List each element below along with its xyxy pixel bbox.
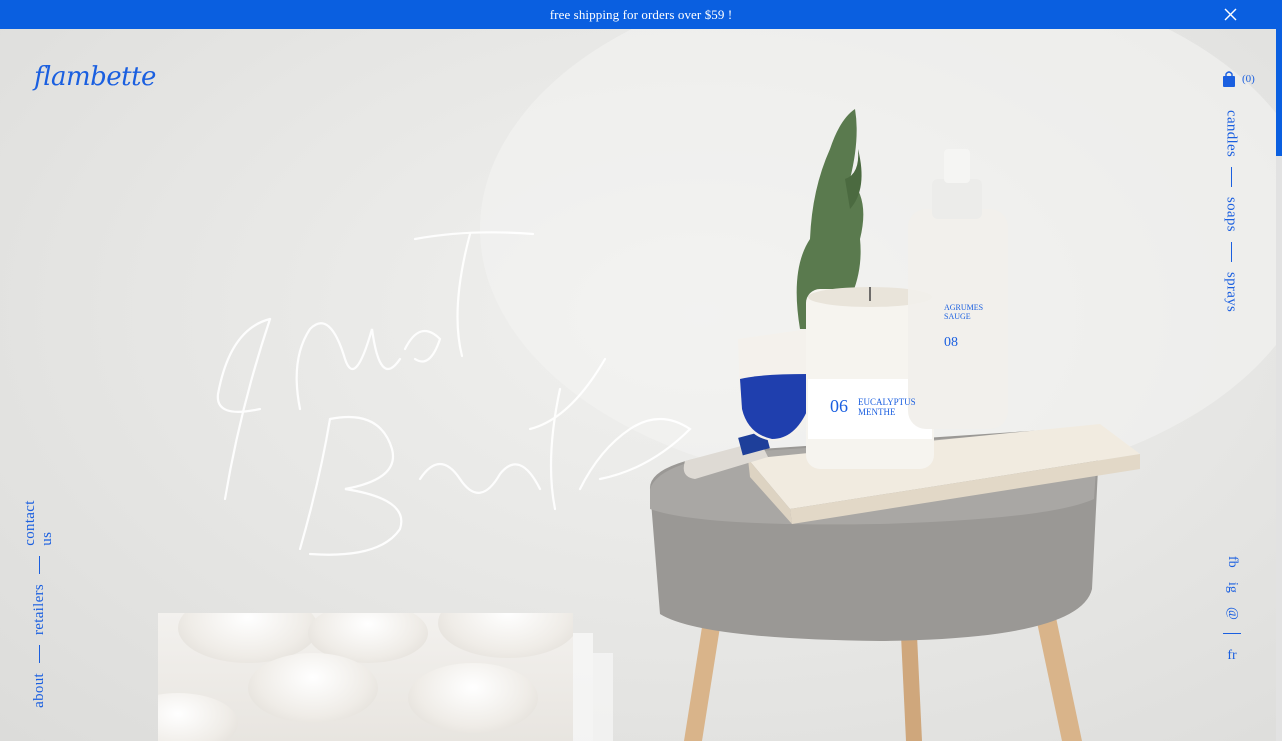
nav-retailers[interactable]: retailers [31, 584, 48, 635]
cart-button[interactable]: (0) [1222, 70, 1255, 88]
spray-name-line1: AGRUMES [944, 303, 984, 312]
social-links: fb ig @ fr [1218, 556, 1246, 664]
social-divider [1223, 633, 1241, 635]
card-shadow [573, 633, 593, 741]
shopping-bag-icon [1223, 71, 1235, 87]
nav-sprays[interactable]: sprays [1223, 272, 1240, 312]
announcement-text: free shipping for orders over $59 ! [549, 6, 733, 22]
card-shadow [593, 653, 613, 741]
close-icon[interactable] [1223, 7, 1238, 22]
candle-name-line1: EUCALYPTUS [858, 397, 916, 407]
scrollbar[interactable] [1276, 29, 1282, 741]
soap-jars-thumbnail[interactable] [158, 613, 573, 741]
nav-divider [1230, 241, 1232, 262]
jar-shape [408, 663, 538, 733]
info-nav: about retailers contact us [22, 488, 55, 708]
spray-name-line2: SAUGE [944, 312, 971, 321]
nav-contact-us[interactable]: contact us [22, 488, 56, 545]
instagram-link[interactable]: ig [1224, 582, 1240, 593]
jar-shape [248, 653, 378, 723]
candle-number: 06 [830, 396, 848, 416]
jar-shape [158, 693, 238, 741]
jar-shape [438, 613, 573, 658]
nav-soaps[interactable]: soaps [1223, 197, 1240, 232]
announcement-bar: free shipping for orders over $59 ! [0, 0, 1282, 29]
facebook-link[interactable]: fb [1224, 556, 1240, 568]
nav-about[interactable]: about [31, 673, 48, 708]
product-nav: candles soaps sprays [1218, 110, 1244, 312]
nav-divider [38, 644, 40, 664]
scrollbar-thumb[interactable] [1276, 29, 1282, 156]
cart-count: (0) [1242, 73, 1255, 85]
spray-label: AGRUMES SAUGE 08 [944, 303, 1014, 351]
nav-divider [38, 555, 40, 574]
nav-divider [1230, 167, 1232, 188]
language-switch[interactable]: fr [1227, 648, 1236, 664]
nav-candles[interactable]: candles [1223, 110, 1240, 157]
spray-number: 08 [944, 335, 958, 350]
candle-name-line2: MENTHE [858, 407, 896, 417]
brand-logo[interactable]: flambette [34, 62, 156, 92]
email-link[interactable]: @ [1224, 607, 1240, 620]
